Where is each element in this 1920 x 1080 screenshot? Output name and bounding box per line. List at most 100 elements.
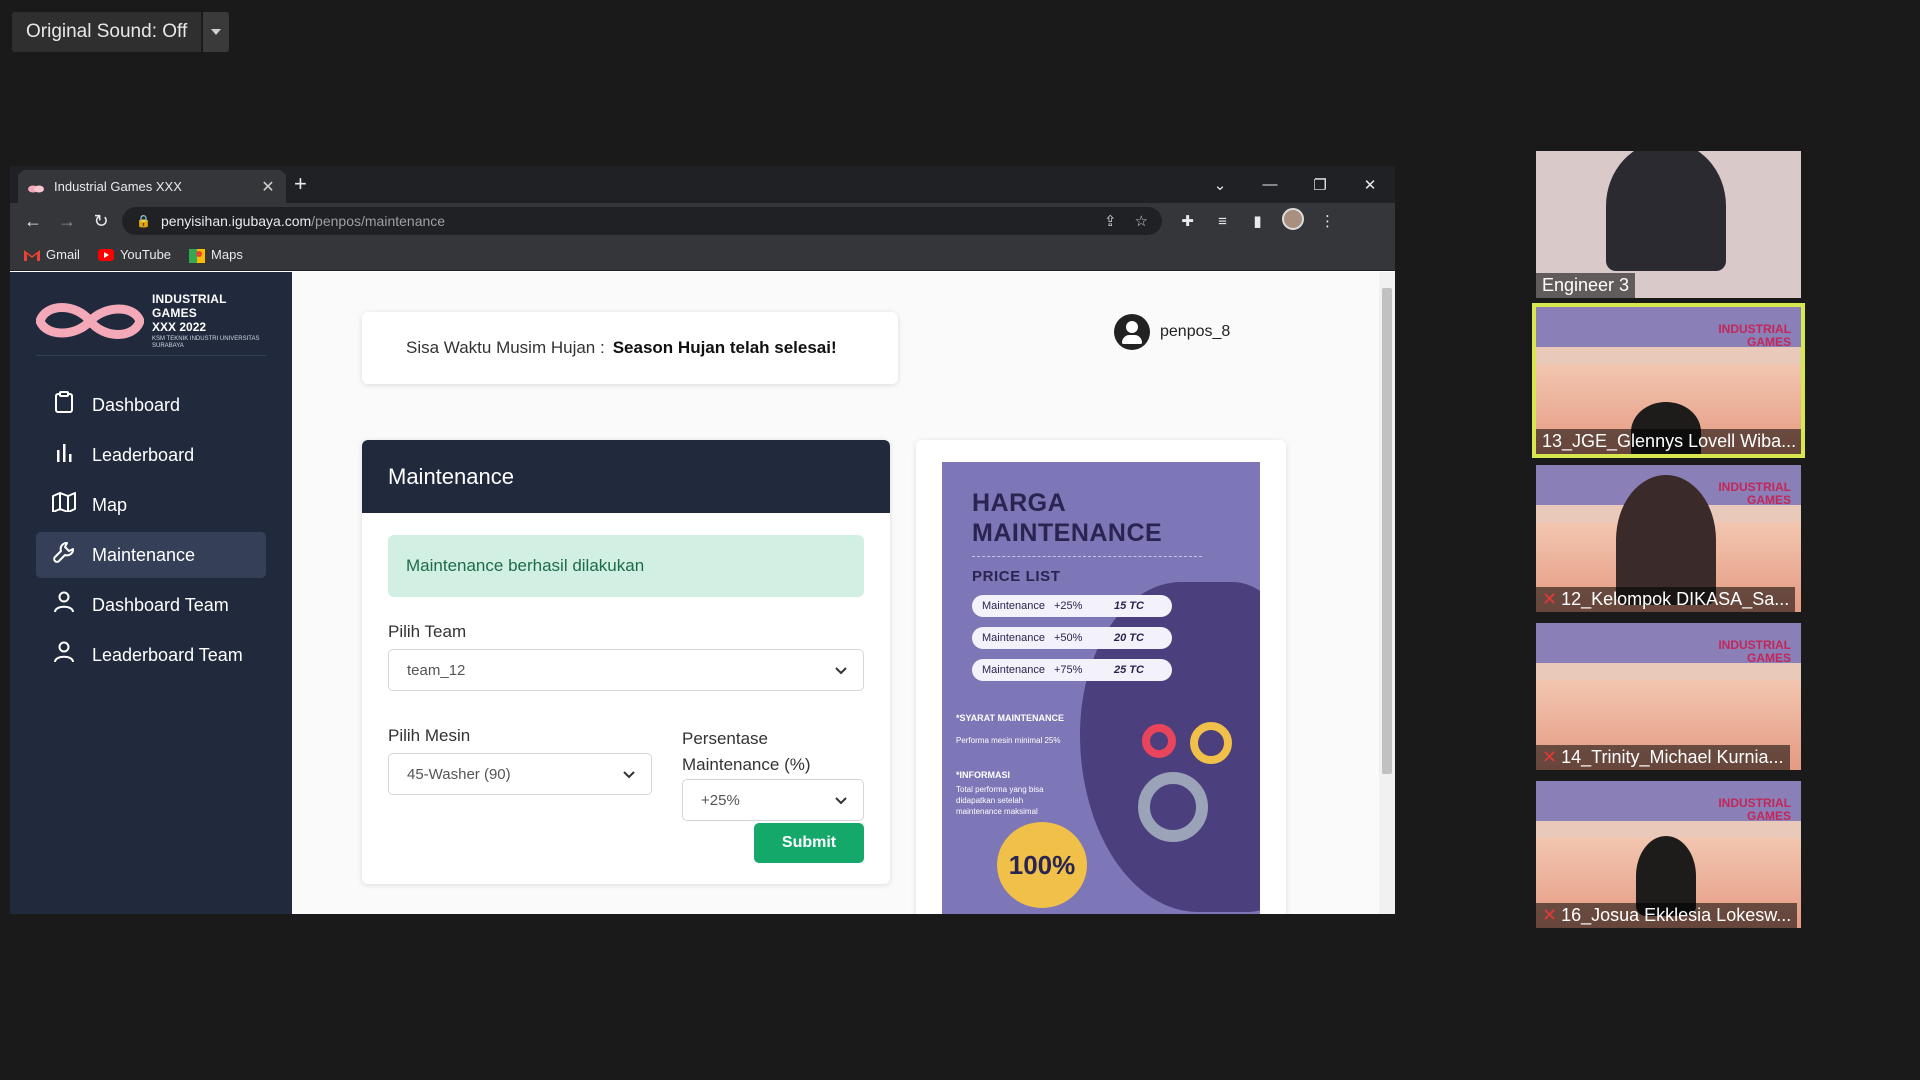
chevron-down-icon bbox=[623, 766, 635, 782]
browser-window: Industrial Games XXX ✕ + ⌄ — ❐ ✕ ← → ↻ 🔒… bbox=[10, 166, 1395, 914]
participant-tile[interactable]: INDUSTRIAL GAMES ✕ 16_Josua Ekklesia Lokes… bbox=[1536, 781, 1801, 928]
profile-avatar[interactable] bbox=[1275, 208, 1310, 234]
original-sound-control[interactable]: Original Sound: Off bbox=[12, 12, 230, 52]
price-row-name: Maintenance bbox=[982, 600, 1045, 612]
lock-icon[interactable]: 🔒 bbox=[136, 214, 151, 228]
sidebar-item-leaderboard[interactable]: Leaderboard bbox=[36, 432, 266, 478]
close-window-icon[interactable]: ✕ bbox=[1345, 176, 1395, 194]
user-avatar-icon bbox=[1114, 314, 1150, 350]
sidebar-item-maintenance[interactable]: Maintenance bbox=[36, 532, 266, 578]
sidebar-item-label: Dashboard bbox=[92, 394, 181, 415]
participant-tile[interactable]: Engineer 3 bbox=[1536, 151, 1801, 298]
youtube-icon bbox=[97, 248, 114, 261]
chevron-down-icon bbox=[211, 29, 222, 35]
media-queue-icon[interactable]: ≡ bbox=[1205, 213, 1240, 230]
price-row-price: 25 TC bbox=[1114, 664, 1144, 676]
price-poster: HARGA MAINTENANCE PRICE LIST Maintenance… bbox=[942, 462, 1260, 914]
restore-icon[interactable]: ❐ bbox=[1295, 176, 1345, 194]
gear-icon bbox=[1138, 772, 1208, 842]
team-select[interactable]: team_12 bbox=[388, 649, 864, 691]
participant-name-text: 13_JGE_Glennys Lovell Wiba... bbox=[1542, 431, 1797, 451]
more-menu-icon[interactable]: ⋮ bbox=[1310, 212, 1345, 230]
wrench-icon bbox=[50, 541, 78, 569]
browser-toolbar: ← → ↻ 🔒 penyisihan.igubaya.com /penpos/m… bbox=[10, 203, 1395, 239]
sidebar-item-dashboard[interactable]: Dashboard bbox=[36, 382, 266, 428]
syarat-title: *SYARAT MAINTENANCE bbox=[956, 713, 1065, 723]
site-favicon-icon bbox=[28, 182, 44, 192]
participant-name: 13_JGE_Glennys Lovell Wiba... bbox=[1536, 429, 1801, 454]
address-bar[interactable]: 🔒 penyisihan.igubaya.com /penpos/mainten… bbox=[122, 207, 1162, 235]
user-menu[interactable]: penpos_8 bbox=[1114, 314, 1230, 350]
back-icon[interactable]: ← bbox=[16, 211, 50, 232]
sidebar-item-map[interactable]: Map bbox=[36, 482, 266, 528]
price-row-price: 15 TC bbox=[1114, 600, 1144, 612]
bookmarks-bar: Gmail YouTube Maps bbox=[10, 239, 1395, 271]
price-row: Maintenance +25% 15 TC bbox=[972, 595, 1172, 617]
sidebar-item-leaderboard-team[interactable]: Leaderboard Team bbox=[36, 632, 266, 678]
price-row: Maintenance +50% 20 TC bbox=[972, 627, 1172, 649]
mesin-select[interactable]: 45-Washer (90) bbox=[388, 753, 652, 795]
close-tab-icon[interactable]: ✕ bbox=[260, 177, 276, 197]
bookmark-star-icon[interactable]: ☆ bbox=[1135, 212, 1148, 230]
participant-tile[interactable]: INDUSTRIAL GAMES ✕ 14_Trinity_Michael Kurn… bbox=[1536, 623, 1801, 770]
gear-icon bbox=[1142, 724, 1176, 758]
team-label: Pilih Team bbox=[388, 622, 467, 641]
muted-mic-icon: ✕ bbox=[1542, 905, 1558, 925]
tab-title: Industrial Games XXX bbox=[54, 179, 182, 194]
sidebar-item-label: Leaderboard bbox=[92, 444, 195, 465]
mesin-label: Pilih Mesin bbox=[388, 726, 471, 745]
forward-icon[interactable]: → bbox=[50, 211, 84, 232]
sidebar-item-dashboard-team[interactable]: Dashboard Team bbox=[36, 582, 266, 628]
page-scrollbar[interactable] bbox=[1379, 272, 1395, 914]
mesin-select-value: 45-Washer (90) bbox=[407, 765, 511, 783]
browser-tab[interactable]: Industrial Games XXX ✕ bbox=[18, 170, 286, 203]
gear-icon bbox=[1190, 722, 1232, 764]
web-page: INDUSTRIAL GAMES XXX 2022 KSM TEKNIK IND… bbox=[10, 272, 1395, 914]
share-icon[interactable]: ⇪ bbox=[1104, 212, 1117, 230]
team-select-value: team_12 bbox=[407, 661, 466, 679]
poster-title: HARGA MAINTENANCE bbox=[972, 488, 1162, 548]
participant-tile[interactable]: INDUSTRIAL GAMES ✕ 12_Kelompok DIKASA_Sa..… bbox=[1536, 465, 1801, 612]
poster-title-line: HARGA bbox=[972, 489, 1067, 517]
username: penpos_8 bbox=[1160, 323, 1231, 340]
season-timer-card: Sisa Waktu Musim Hujan : Season Hujan te… bbox=[362, 312, 898, 384]
participant-name-text: 16_Josua Ekklesia Lokesw... bbox=[1561, 905, 1792, 925]
bar-chart-icon bbox=[50, 442, 78, 468]
maintenance-title: Maintenance bbox=[362, 440, 890, 513]
minimize-icon[interactable]: — bbox=[1245, 176, 1295, 193]
bookmark-gmail[interactable]: Gmail bbox=[24, 247, 80, 262]
bookmark-youtube[interactable]: YouTube bbox=[97, 247, 171, 262]
bookmark-maps[interactable]: Maps bbox=[189, 247, 243, 263]
price-row: Maintenance +75% 25 TC bbox=[972, 659, 1172, 681]
participant-name: ✕ 16_Josua Ekklesia Lokesw... bbox=[1536, 903, 1798, 928]
sidebar-item-label: Leaderboard Team bbox=[92, 644, 243, 665]
side-panel-icon[interactable]: ▮ bbox=[1240, 212, 1275, 230]
syarat-text: Performa mesin minimal 25% bbox=[956, 736, 1061, 745]
submit-button[interactable]: Submit bbox=[754, 823, 864, 863]
price-list-label: PRICE LIST bbox=[972, 568, 1061, 585]
participant-name: ✕ 12_Kelompok DIKASA_Sa... bbox=[1536, 587, 1796, 612]
persentase-select[interactable]: +25% bbox=[682, 779, 864, 821]
url-domain: penyisihan.igubaya.com bbox=[160, 213, 312, 229]
tab-search-icon[interactable]: ⌄ bbox=[1195, 176, 1245, 194]
participant-tile[interactable]: INDUSTRIAL GAMES 13_JGE_Glennys Lovell Wi… bbox=[1532, 303, 1805, 458]
info-text: Total performa yang bisa didapatkan sete… bbox=[956, 785, 1044, 816]
sidebar: INDUSTRIAL GAMES XXX 2022 KSM TEKNIK IND… bbox=[10, 272, 292, 914]
gmail-icon bbox=[24, 249, 40, 261]
brand-line: GAMES bbox=[1746, 809, 1791, 823]
participant-name: Engineer 3 bbox=[1536, 273, 1636, 298]
reload-icon[interactable]: ↻ bbox=[84, 211, 118, 232]
price-row-pct: +75% bbox=[1054, 664, 1083, 676]
app-logo[interactable]: INDUSTRIAL GAMES XXX 2022 KSM TEKNIK IND… bbox=[35, 292, 266, 356]
success-alert: Maintenance berhasil dilakukan bbox=[388, 535, 864, 597]
extensions-icon[interactable]: ✚ bbox=[1170, 212, 1205, 230]
maps-icon bbox=[189, 248, 206, 263]
original-sound-button[interactable]: Original Sound: Off bbox=[12, 12, 202, 52]
logo-title: INDUSTRIAL GAMES bbox=[152, 291, 227, 320]
new-tab-icon[interactable]: + bbox=[294, 171, 307, 197]
participant-name-text: Engineer 3 bbox=[1542, 275, 1630, 295]
original-sound-dropdown[interactable] bbox=[203, 12, 230, 52]
participant-brand: INDUSTRIAL GAMES bbox=[1718, 797, 1791, 823]
scrollbar-thumb[interactable] bbox=[1382, 288, 1392, 774]
price-row-price: 20 TC bbox=[1114, 632, 1144, 644]
